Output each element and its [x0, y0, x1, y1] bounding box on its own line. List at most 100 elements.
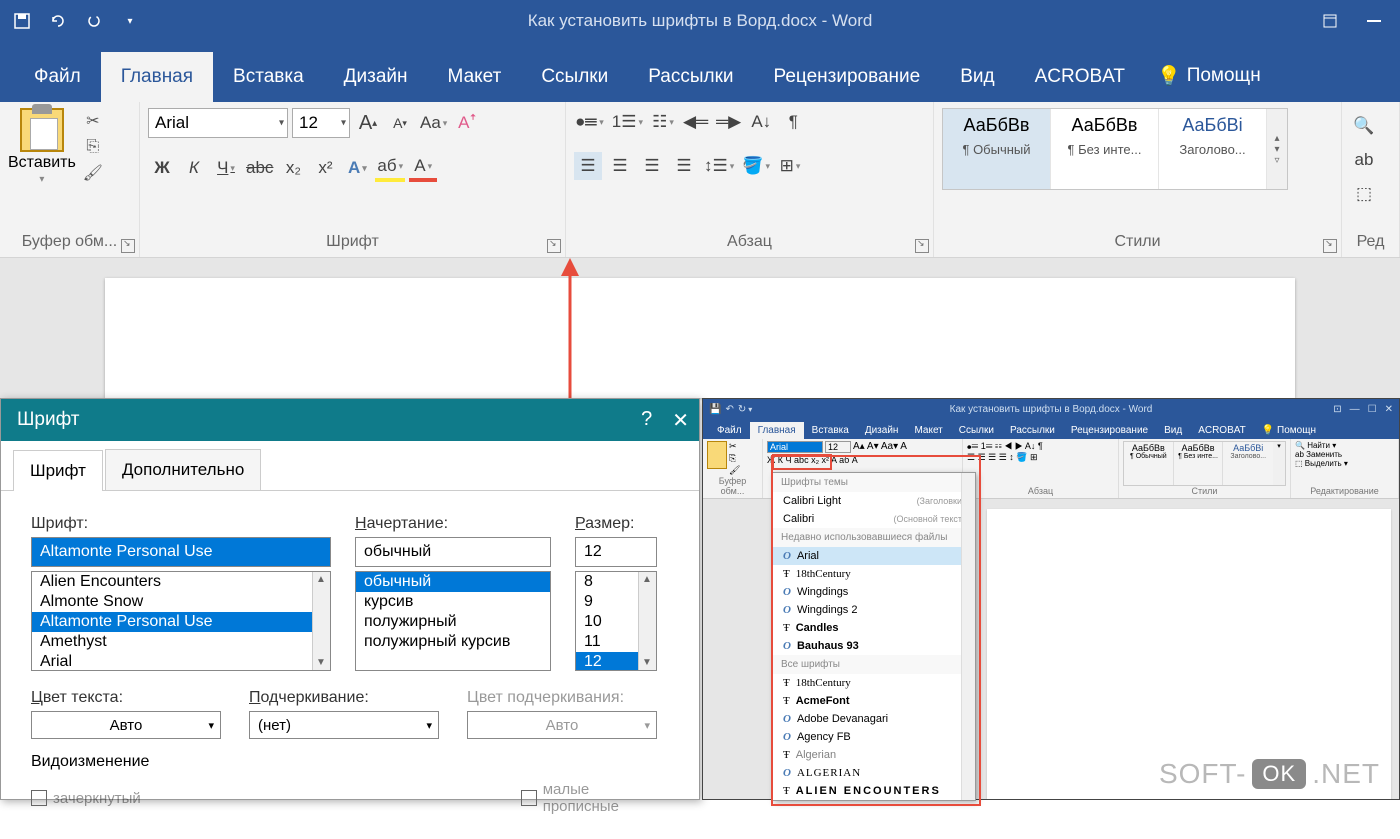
- tab-layout[interactable]: Макет: [428, 52, 522, 102]
- font-launcher[interactable]: [547, 239, 561, 253]
- text-effects-icon[interactable]: A: [343, 154, 371, 182]
- line-spacing-icon[interactable]: ↕☰: [702, 152, 736, 180]
- minimize-button[interactable]: [1354, 7, 1394, 35]
- numbering-icon[interactable]: 1☰: [610, 108, 645, 136]
- style-nospacing[interactable]: АаБбВв ¶ Без инте...: [1051, 109, 1159, 189]
- help-icon[interactable]: ?: [641, 408, 652, 433]
- dd-item[interactable]: ŦAcmeFont: [773, 692, 975, 710]
- dd-item[interactable]: Calibri(Основной текст): [773, 510, 975, 528]
- sort-icon[interactable]: A↓: [747, 108, 775, 136]
- bullets-icon[interactable]: ⦁☰: [574, 108, 606, 136]
- paste-label[interactable]: Вставить: [8, 154, 76, 172]
- clear-format-icon[interactable]: Aꜛ: [453, 109, 481, 137]
- dd-item[interactable]: Ŧ18thCentury: [773, 674, 975, 692]
- color-dropdown[interactable]: Авто: [31, 711, 221, 739]
- list-item[interactable]: Arial: [32, 652, 330, 671]
- find-icon[interactable]: 🔍: [1350, 112, 1378, 140]
- mini-tab-review[interactable]: Рецензирование: [1063, 422, 1156, 439]
- ucolor-dropdown[interactable]: Авто: [467, 711, 657, 739]
- mini-tab-references[interactable]: Ссылки: [951, 422, 1002, 439]
- mini-paste-icon[interactable]: [707, 441, 727, 469]
- strike-button[interactable]: abc: [244, 154, 275, 182]
- align-right-icon[interactable]: ☰: [638, 152, 666, 180]
- mini-document-page[interactable]: [987, 509, 1391, 799]
- gallery-expand-icon[interactable]: ▴▾▿: [1267, 109, 1287, 189]
- list-item[interactable]: Almonte Snow: [32, 592, 330, 612]
- underline-dropdown[interactable]: (нет): [249, 711, 439, 739]
- tab-insert[interactable]: Вставка: [213, 52, 324, 102]
- dialog-tab-font[interactable]: Шрифт: [13, 450, 103, 491]
- tab-acrobat[interactable]: ACROBAT: [1015, 52, 1145, 102]
- mini-style-normal[interactable]: АаБбВв¶ Обычный: [1124, 442, 1174, 485]
- tell-me[interactable]: 💡Помощн: [1145, 50, 1273, 102]
- style-normal[interactable]: АаБбВв ¶ Обычный: [943, 109, 1051, 189]
- mini-minimize-icon[interactable]: —: [1350, 404, 1360, 415]
- list-item[interactable]: курсив: [356, 592, 550, 612]
- style-field-input[interactable]: [355, 537, 551, 567]
- font-size-combo[interactable]: 12▾: [292, 108, 350, 138]
- tab-file[interactable]: Файл: [14, 52, 101, 102]
- size-field-input[interactable]: [575, 537, 657, 567]
- list-item[interactable]: полужирный курсив: [356, 632, 550, 652]
- strikethrough-checkbox[interactable]: зачеркнутый: [31, 781, 141, 815]
- redo-button[interactable]: [80, 7, 108, 35]
- save-button[interactable]: [8, 7, 36, 35]
- clipboard-launcher[interactable]: [121, 239, 135, 253]
- list-item[interactable]: Altamonte Personal Use: [32, 612, 330, 632]
- increase-indent-icon[interactable]: ═▶: [714, 108, 743, 136]
- mini-tab-file[interactable]: Файл: [709, 422, 750, 439]
- scrollbar[interactable]: [312, 572, 330, 670]
- list-item[interactable]: полужирный: [356, 612, 550, 632]
- ribbon-display-icon[interactable]: [1310, 7, 1350, 35]
- dd-item[interactable]: Calibri Light(Заголовки): [773, 492, 975, 510]
- grow-font-icon[interactable]: A▴: [354, 109, 382, 137]
- shrink-font-icon[interactable]: A▾: [386, 109, 414, 137]
- close-icon[interactable]: ✕: [672, 408, 689, 433]
- dd-item[interactable]: ŦCandles: [773, 619, 975, 637]
- qat-customize[interactable]: ▾: [116, 7, 144, 35]
- style-heading[interactable]: АаБбВі Заголово...: [1159, 109, 1267, 189]
- mini-ribbon-opts-icon[interactable]: ⊡: [1333, 404, 1341, 415]
- cut-icon[interactable]: ✂: [82, 110, 104, 132]
- dd-item[interactable]: OAdobe Devanagari: [773, 710, 975, 728]
- mini-maximize-icon[interactable]: ☐: [1368, 404, 1377, 415]
- styles-launcher[interactable]: [1323, 239, 1337, 253]
- multilevel-icon[interactable]: ☷: [649, 108, 677, 136]
- dd-item[interactable]: Ŧ18thCentury: [773, 565, 975, 583]
- shading-icon[interactable]: 🪣: [740, 152, 772, 180]
- smallcaps-checkbox[interactable]: малые прописные: [521, 781, 669, 815]
- paragraph-launcher[interactable]: [915, 239, 929, 253]
- mini-close-icon[interactable]: ✕: [1385, 404, 1393, 415]
- replace-icon[interactable]: ab: [1350, 146, 1378, 174]
- align-left-icon[interactable]: ☰: [574, 152, 602, 180]
- borders-icon[interactable]: ⊞: [776, 152, 804, 180]
- dd-item[interactable]: ŦALIEN ENCOUNTERS: [773, 782, 975, 800]
- paste-icon[interactable]: [20, 108, 64, 152]
- list-item[interactable]: Amethyst: [32, 632, 330, 652]
- size-listbox[interactable]: 8 9 10 11 12: [575, 571, 657, 671]
- mini-font-combo[interactable]: Arial: [767, 441, 823, 453]
- font-listbox[interactable]: Alien Encounters Almonte Snow Altamonte …: [31, 571, 331, 671]
- mini-tellme[interactable]: 💡 Помощн: [1254, 422, 1324, 439]
- dialog-tab-advanced[interactable]: Дополнительно: [105, 449, 261, 490]
- dd-item[interactable]: OALGERIAN: [773, 764, 975, 782]
- mini-tab-insert[interactable]: Вставка: [804, 422, 857, 439]
- mini-tab-layout[interactable]: Макет: [906, 422, 950, 439]
- styles-gallery[interactable]: АаБбВв ¶ Обычный АаБбВв ¶ Без инте... Аа…: [942, 108, 1288, 190]
- mini-tab-design[interactable]: Дизайн: [857, 422, 907, 439]
- mini-tab-home[interactable]: Главная: [750, 422, 804, 439]
- format-painter-icon[interactable]: 🖌: [82, 162, 104, 184]
- mini-tab-acrobat[interactable]: ACROBAT: [1190, 422, 1254, 439]
- list-item[interactable]: Alien Encounters: [32, 572, 330, 592]
- scrollbar[interactable]: [638, 572, 656, 670]
- list-item[interactable]: обычный: [356, 572, 550, 592]
- tab-view[interactable]: Вид: [940, 52, 1014, 102]
- dd-item[interactable]: ŦAlgerian: [773, 746, 975, 764]
- bold-button[interactable]: Ж: [148, 154, 176, 182]
- mini-tab-view[interactable]: Вид: [1156, 422, 1190, 439]
- dd-item[interactable]: OWingdings: [773, 583, 975, 601]
- decrease-indent-icon[interactable]: ◀═: [681, 108, 710, 136]
- align-center-icon[interactable]: ☰: [606, 152, 634, 180]
- tab-design[interactable]: Дизайн: [324, 52, 428, 102]
- change-case-icon[interactable]: Aa: [418, 109, 449, 137]
